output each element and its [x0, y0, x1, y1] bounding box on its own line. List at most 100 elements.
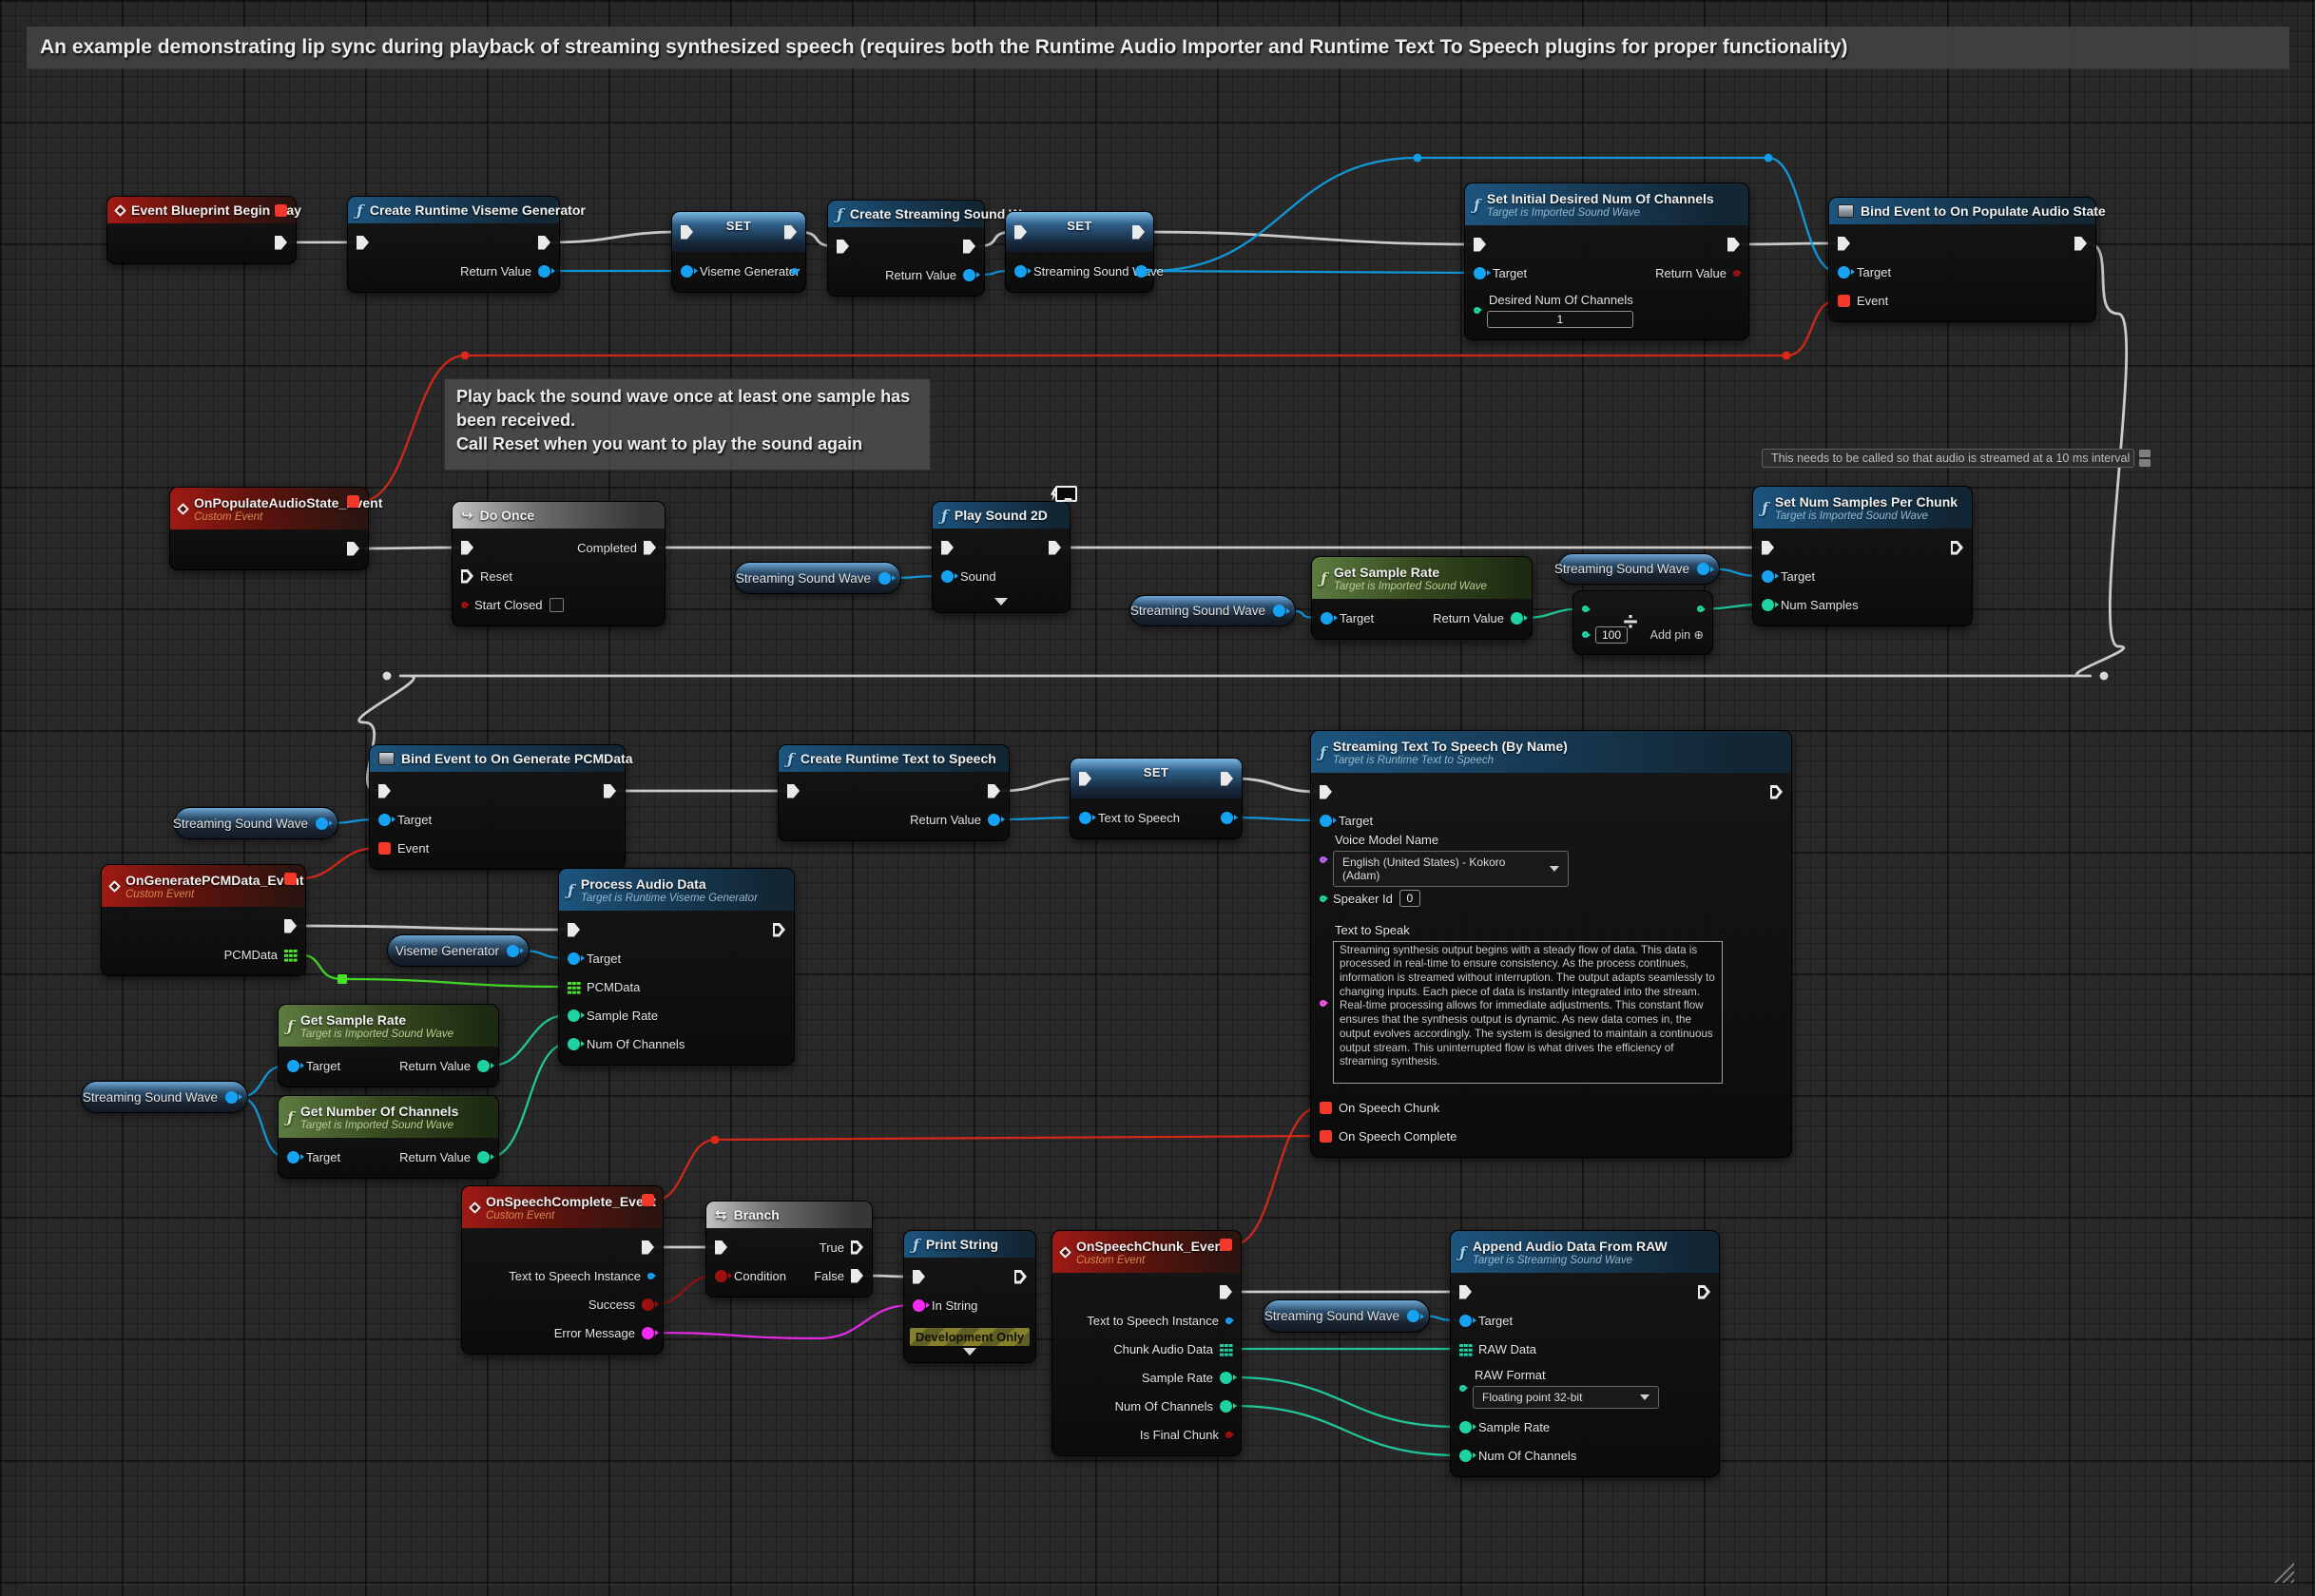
start-closed-pin-icon[interactable] — [461, 602, 468, 608]
exec-pin-icon[interactable] — [284, 919, 297, 933]
node-on-speech-chunk[interactable]: OnSpeechChunk_EventCustom EventText to S… — [1051, 1230, 1242, 1456]
return-value-pin-icon[interactable] — [477, 1060, 490, 1072]
target-pin-icon[interactable] — [1474, 267, 1486, 279]
out-pin-icon[interactable] — [538, 236, 550, 250]
streaming-tts-speaker-box[interactable]: 0 — [1399, 890, 1420, 907]
node-set-tts[interactable]: SETText to Speech — [1070, 758, 1243, 839]
out-pin-icon[interactable] — [1407, 1310, 1419, 1322]
node-on-populate-event[interactable]: OnPopulateAudioState_EventCustom Event — [169, 487, 369, 570]
out-pin-icon[interactable] — [1697, 606, 1704, 612]
event-pin-icon[interactable] — [1838, 295, 1850, 307]
node-create-streaming[interactable]: ƒCreate Streaming Sound WaveReturn Value — [827, 200, 985, 297]
target-pin-icon[interactable] — [568, 952, 580, 965]
chunk-audio-data-pin-icon[interactable] — [1220, 1343, 1232, 1356]
node-on-generate-pcm[interactable]: OnGeneratePCMData_EventCustom EventPCMDa… — [101, 864, 306, 976]
a-pin-icon[interactable] — [1582, 606, 1589, 612]
in-pin-icon[interactable] — [837, 240, 849, 254]
exec-pin-icon[interactable] — [642, 1240, 654, 1255]
out-pin-icon[interactable] — [878, 572, 891, 585]
divide-b-box[interactable]: 100 — [1595, 626, 1628, 644]
node-comment-play[interactable]: Play back the sound wave once at least o… — [444, 378, 931, 471]
return-value-pin-icon[interactable] — [963, 269, 975, 281]
in-pin-icon[interactable] — [1459, 1285, 1472, 1299]
text-to-speech-instance-pin-icon[interactable] — [1225, 1317, 1232, 1324]
on-speech-complete-pin-icon[interactable] — [1320, 1130, 1332, 1143]
in-pin-icon[interactable] — [1474, 238, 1486, 252]
out-pin-icon[interactable] — [1014, 1270, 1027, 1284]
false-pin-icon[interactable] — [851, 1269, 863, 1283]
return-value-pin-icon[interactable] — [1511, 612, 1523, 625]
node-streaming-tts[interactable]: ƒStreaming Text To Speech (By Name)Targe… — [1310, 730, 1792, 1158]
delegate-pin-icon[interactable] — [347, 495, 359, 508]
viseme-generator-pin-icon[interactable] — [681, 265, 693, 278]
sample-rate-pin-icon[interactable] — [1459, 1421, 1472, 1433]
target-pin-icon[interactable] — [1838, 266, 1850, 279]
out-pin-icon[interactable] — [1273, 605, 1285, 617]
valout-pin-icon[interactable] — [1221, 812, 1233, 824]
num-of-channels-pin-icon[interactable] — [1459, 1450, 1472, 1462]
text-to-speech-instance-pin-icon[interactable] — [647, 1273, 654, 1279]
node-gnc[interactable]: ƒGet Number Of ChannelsTarget is Importe… — [278, 1095, 499, 1179]
out-pin-icon[interactable] — [1697, 563, 1709, 575]
node-create-tts[interactable]: ƒCreate Runtime Text to SpeechReturn Val… — [778, 744, 1010, 841]
node-pill-a[interactable]: Streaming Sound Wave — [734, 562, 901, 594]
success-pin-icon[interactable] — [642, 1298, 654, 1311]
in-pin-icon[interactable] — [715, 1240, 727, 1255]
node-append-raw[interactable]: ƒAppend Audio Data From RAWTarget is Str… — [1450, 1230, 1720, 1477]
valout-pin-icon[interactable] — [1135, 265, 1148, 278]
node-play-sound-2d[interactable]: ƒPlay Sound 2DSound — [932, 501, 1071, 613]
voice-model-name-pin-icon[interactable] — [1320, 856, 1326, 863]
b-pin-icon[interactable] — [1582, 631, 1589, 638]
in-pin-icon[interactable] — [461, 541, 473, 555]
in-pin-icon[interactable] — [357, 236, 369, 250]
target-pin-icon[interactable] — [1321, 612, 1333, 625]
num-of-channels-pin-icon[interactable] — [568, 1038, 580, 1050]
set-initial-channels-channels-box[interactable]: 1 — [1487, 311, 1633, 328]
delegate-pin-icon[interactable] — [284, 873, 297, 885]
completed-pin-icon[interactable] — [644, 541, 656, 555]
target-pin-icon[interactable] — [1320, 815, 1332, 827]
raw-format-pin-icon[interactable] — [1459, 1385, 1466, 1392]
reset-pin-icon[interactable] — [461, 569, 473, 584]
out-pin-icon[interactable] — [225, 1091, 238, 1104]
target-pin-icon[interactable] — [378, 814, 391, 826]
in-pin-icon[interactable] — [787, 784, 800, 798]
node-print-string[interactable]: ƒPrint StringIn StringDevelopment Only — [903, 1230, 1036, 1363]
sound-pin-icon[interactable] — [941, 570, 954, 583]
out-pin-icon[interactable] — [1049, 541, 1061, 555]
node-do-once[interactable]: ↪Do OnceCompletedResetStart Closed — [452, 501, 666, 626]
return-value-pin-icon[interactable] — [988, 814, 1000, 826]
in-pin-icon[interactable] — [941, 541, 954, 555]
return-value-pin-icon[interactable] — [477, 1151, 490, 1163]
streaming-sound-wave-pin-icon[interactable] — [1014, 265, 1027, 278]
node-bind-pcmdata[interactable]: Bind Event to On Generate PCMDataTargetE… — [369, 744, 626, 870]
streaming-tts-text-textarea[interactable]: Streaming synthesis output begins with a… — [1333, 941, 1723, 1084]
pcmdata-pin-icon[interactable] — [568, 981, 580, 993]
desired-num-of-channels-pin-icon[interactable] — [1474, 307, 1480, 314]
do-once-startclosed-check[interactable] — [550, 598, 564, 612]
sample-rate-pin-icon[interactable] — [1220, 1372, 1232, 1384]
node-gsr2[interactable]: ƒGet Sample RateTarget is Imported Sound… — [278, 1004, 499, 1087]
expand-pins-chevron-icon[interactable] — [963, 1348, 976, 1356]
return-value-pin-icon[interactable] — [1733, 270, 1740, 277]
text-to-speak-pin-icon[interactable] — [1320, 1000, 1326, 1007]
node-set-initial-channels[interactable]: ƒSet Initial Desired Num Of ChannelsTarg… — [1464, 183, 1749, 340]
out-pin-icon[interactable] — [988, 784, 1000, 798]
node-bind-populate[interactable]: Bind Event to On Populate Audio StateTar… — [1828, 197, 2096, 322]
sample-rate-pin-icon[interactable] — [568, 1010, 580, 1022]
delegate-pin-icon[interactable] — [1220, 1239, 1232, 1251]
node-on-speech-complete[interactable]: OnSpeechComplete_EventCustom EventText t… — [461, 1185, 664, 1355]
out-pin-icon[interactable] — [1951, 541, 1963, 555]
in-pin-icon[interactable] — [378, 784, 391, 798]
event-pin-icon[interactable] — [378, 842, 391, 855]
raw-data-pin-icon[interactable] — [1459, 1343, 1472, 1356]
target-pin-icon[interactable] — [287, 1151, 299, 1163]
out-pin-icon[interactable] — [604, 784, 616, 798]
out-pin-icon[interactable] — [1698, 1285, 1710, 1299]
streaming-tts-voice-dropdown[interactable]: English (United States) - Kokoro (Adam) — [1333, 851, 1569, 887]
text-to-speech-pin-icon[interactable] — [1079, 812, 1091, 824]
node-pill-f[interactable]: Streaming Sound Wave — [1263, 1299, 1430, 1333]
node-process-audio[interactable]: ƒProcess Audio DataTarget is Runtime Vis… — [558, 868, 795, 1066]
append-raw-rawformat-dropdown[interactable]: Floating point 32-bit — [1473, 1386, 1659, 1409]
blueprint-graph-canvas[interactable]: An example demonstrating lip sync during… — [0, 0, 2315, 1596]
